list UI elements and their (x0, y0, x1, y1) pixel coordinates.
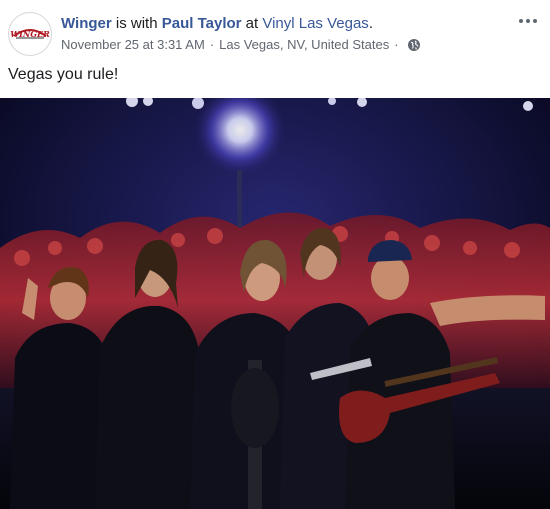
dot (526, 19, 530, 23)
at-connector: at (245, 15, 259, 32)
facebook-post: WINGER Winger is with Paul Taylor at Vin… (0, 0, 550, 509)
post-header: WINGER Winger is with Paul Taylor at Vin… (8, 10, 540, 60)
author-name[interactable]: Winger (61, 15, 112, 32)
title-period: . (368, 15, 373, 32)
post-title-line: Winger is with Paul Taylor at Vinyl Las … (61, 14, 500, 34)
post-subline: November 25 at 3:31 AM · Las Vegas, NV, … (61, 37, 500, 53)
timestamp[interactable]: November 25 at 3:31 AM (61, 37, 205, 53)
svg-text:WINGER: WINGER (10, 29, 50, 39)
separator: · (394, 37, 399, 52)
separator: · (209, 37, 215, 52)
more-options-icon[interactable] (516, 12, 540, 30)
location[interactable]: Las Vegas, NV, United States (219, 37, 389, 53)
post-meta: Winger is with Paul Taylor at Vinyl Las … (61, 14, 500, 53)
globe-icon[interactable] (407, 39, 420, 51)
dot (519, 19, 523, 23)
tagged-person[interactable]: Paul Taylor (162, 15, 242, 32)
place-link[interactable]: Vinyl Las Vegas (262, 15, 368, 32)
winger-logo: WINGER (10, 15, 50, 53)
dot (533, 19, 537, 23)
concert-photo-image (0, 98, 550, 509)
post-text: Vegas you rule! (8, 66, 119, 83)
with-connector: is with (115, 15, 158, 32)
page-avatar[interactable]: WINGER (8, 12, 52, 56)
post-photo[interactable] (0, 98, 550, 509)
